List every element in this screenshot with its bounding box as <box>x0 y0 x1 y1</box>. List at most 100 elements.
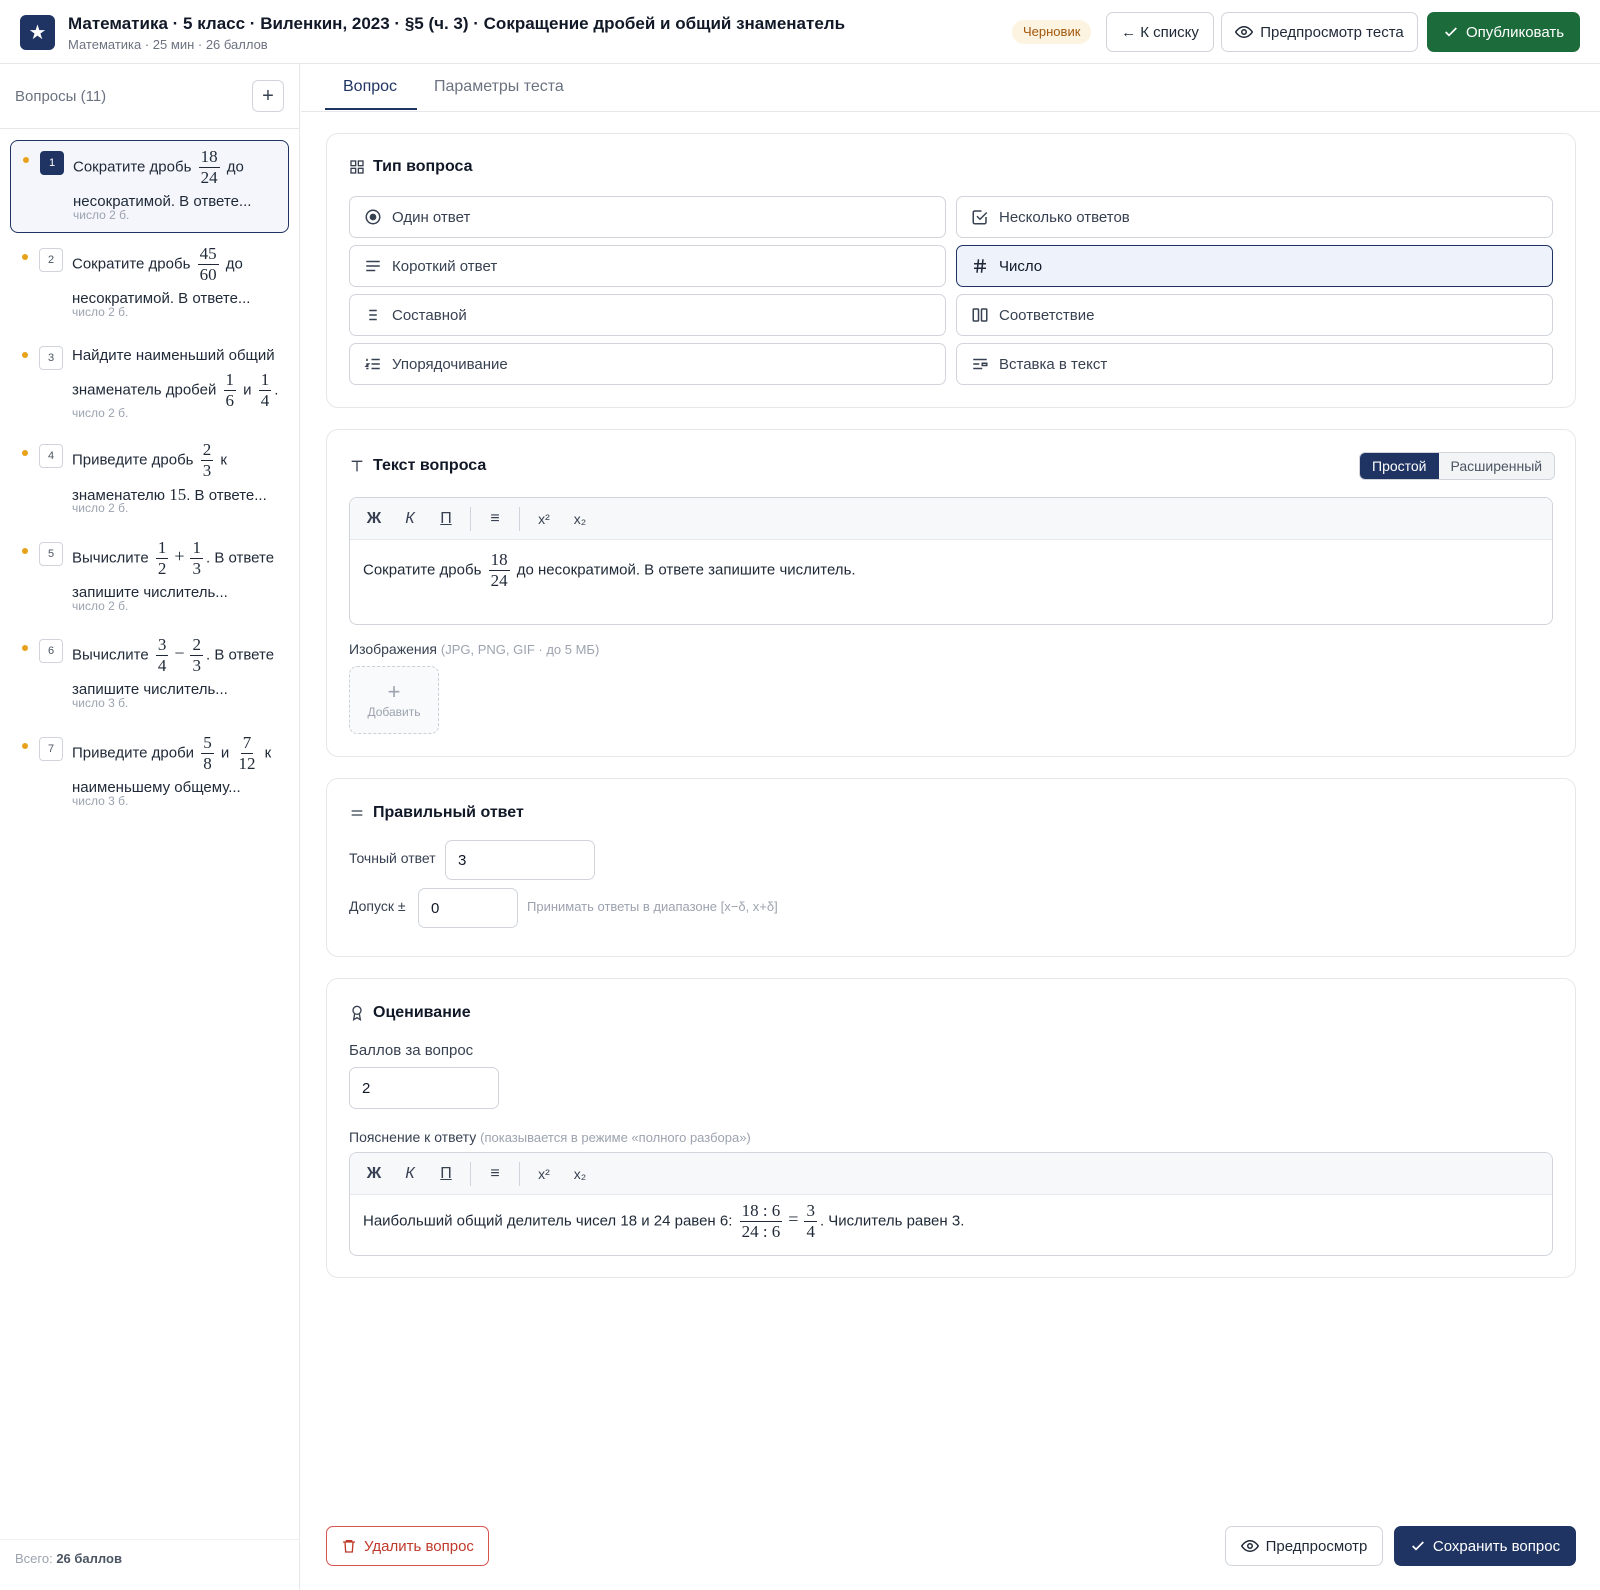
list-button[interactable]: ≡ <box>477 504 513 534</box>
explanation-content[interactable]: Наибольший общий делитель чисел 18 и 24 … <box>350 1195 1552 1252</box>
denominator: 8 <box>203 754 212 773</box>
type-short-answer[interactable]: Короткий ответ <box>349 245 946 287</box>
superscript-button[interactable]: x² <box>526 1159 562 1189</box>
card-title: Текст вопроса <box>349 457 486 475</box>
q-text-part: . <box>274 381 279 399</box>
question-number: 4 <box>39 444 63 468</box>
page-subtitle: Математика · 25 мин · 26 баллов <box>68 37 268 52</box>
fraction: 23 <box>190 635 203 676</box>
exact-answer-label: Точный ответ <box>349 850 436 866</box>
bold-button[interactable]: Ж <box>356 504 392 534</box>
question-preview: Вычислите 1 2 +1 3. В ответе запишите числи… <box>72 538 282 607</box>
tab-test-params[interactable]: Параметры теста <box>434 78 564 96</box>
correct-answer-card: Правильный ответ Точный ответ Допуск ± П… <box>326 778 1576 957</box>
text-type-icon <box>351 460 363 472</box>
preview-test-button[interactable]: Предпросмотр теста <box>1221 12 1418 52</box>
page-title: Математика · 5 класс · Виленкин, 2023 · … <box>68 14 846 33</box>
total-prefix: Всего: <box>15 1551 53 1566</box>
question-number: 7 <box>39 737 63 761</box>
type-number[interactable]: Число <box>956 245 1553 287</box>
tolerance-label: Допуск ± <box>349 898 406 914</box>
italic-button[interactable]: К <box>392 1159 428 1189</box>
denominator: 24 <box>200 168 218 187</box>
underline-button[interactable]: П <box>428 1159 464 1189</box>
q-number-inline: 15 <box>169 485 187 504</box>
mode-advanced[interactable]: Расширенный <box>1438 453 1555 479</box>
question-number: 6 <box>39 639 63 663</box>
card-title-text: Тип вопроса <box>373 158 473 175</box>
tab-question[interactable]: Вопрос <box>343 78 397 96</box>
bold-button[interactable]: Ж <box>356 1159 392 1189</box>
preview-question-button[interactable]: Предпросмотр <box>1225 1526 1383 1566</box>
question-number: 2 <box>39 248 63 272</box>
points-input[interactable] <box>349 1067 499 1109</box>
q-text-part: и <box>220 744 230 762</box>
q-text-part: до <box>225 255 243 273</box>
type-single-answer[interactable]: Один ответ <box>349 196 946 238</box>
type-label: Вставка в текст <box>999 355 1108 373</box>
save-question-button[interactable]: Сохранить вопрос <box>1394 1526 1576 1566</box>
tolerance-hint: Принимать ответы в диапазоне [x−δ, x+δ] <box>527 899 778 914</box>
type-compound[interactable]: Составной <box>349 294 946 336</box>
question-item-5[interactable]: 5 Вычислите 1 2 +1 3. В ответе запишите чис… <box>10 532 289 625</box>
app-header: ★ Математика · 5 класс · Виленкин, 2023 … <box>0 0 1600 64</box>
fraction: 45 60 <box>197 244 219 285</box>
question-text-content[interactable]: Сократите дробь 18 24 до несократимой. В … <box>350 540 1552 601</box>
exact-answer-input[interactable] <box>445 840 595 880</box>
subscript-button[interactable]: x₂ <box>562 504 598 534</box>
total-value: 26 баллов <box>56 1551 122 1566</box>
mode-simple[interactable]: Простой <box>1360 453 1439 479</box>
fraction: 18 24 <box>198 147 220 188</box>
fraction: 14 <box>258 370 272 411</box>
numerator: 5 <box>201 733 214 754</box>
explanation-label-text: Пояснение к ответу <box>349 1129 477 1145</box>
question-item-6[interactable]: 6 Вычислите 3 4−2 3. В ответе запишите чис… <box>10 629 289 722</box>
explanation-editor: Ж К П ≡ x² x₂ Наибольший общий делитель … <box>349 1152 1553 1256</box>
subscript-button[interactable]: x₂ <box>562 1159 598 1189</box>
numerator: 1 <box>155 538 169 559</box>
superscript-button[interactable]: x² <box>526 504 562 534</box>
q-text-part: Приведите дроби <box>72 744 195 762</box>
question-meta: число 2 б. <box>72 305 129 319</box>
checkbox-icon <box>972 210 988 225</box>
numerator: 18 <box>198 147 220 168</box>
delete-label: Удалить вопрос <box>364 1537 474 1555</box>
q-text-part: . В ответе <box>205 549 275 567</box>
question-item-1[interactable]: 1 Сократите дробь 18 24 до несократимой. … <box>10 140 289 233</box>
sidebar-divider <box>0 128 300 129</box>
sidebar-footer-divider <box>0 1539 300 1540</box>
images-hint: (JPG, PNG, GIF · до 5 МБ) <box>440 642 600 657</box>
text-part: Сократите дробь <box>363 561 482 579</box>
question-meta: число 2 б. <box>72 599 129 613</box>
underline-button[interactable]: П <box>428 504 464 534</box>
type-matching[interactable]: Соответствие <box>956 294 1553 336</box>
delete-question-button[interactable]: Удалить вопрос <box>326 1526 489 1566</box>
question-item-4[interactable]: 4 Приведите дробь 23 к знаменателю 15. В… <box>10 434 289 527</box>
back-to-list-button[interactable]: ← К списку <box>1106 12 1214 52</box>
grid-icon <box>350 160 364 174</box>
toolbar-separator <box>519 1161 520 1186</box>
question-item-3[interactable]: 3 Найдите наименьший общий знаменатель д… <box>10 336 289 429</box>
questions-sidebar: Вопросы (11) + 1 Сократите дробь 18 24 до… <box>0 64 300 1590</box>
fraction: 12 <box>155 538 169 579</box>
tolerance-input[interactable] <box>418 888 518 928</box>
type-label: Составной <box>392 306 467 324</box>
type-multiple-answers[interactable]: Несколько ответов <box>956 196 1553 238</box>
question-item-7[interactable]: 7 Приведите дроби 58 и 7 12 к наименьшему… <box>10 727 289 820</box>
type-ordering[interactable]: Упорядочивание <box>349 343 946 385</box>
italic-button[interactable]: К <box>392 504 428 534</box>
card-title-text: Текст вопроса <box>373 457 487 474</box>
q-text-part: к <box>264 744 272 762</box>
question-item-2[interactable]: 2 Сократите дробь 45 60 до несократимой. … <box>10 238 289 331</box>
question-text-card: Текст вопроса Простой Расширенный Ж К П … <box>326 429 1576 757</box>
images-label-text: Изображения <box>349 641 437 657</box>
type-insert-text[interactable]: Вставка в текст <box>956 343 1553 385</box>
numerator: 18 <box>488 550 510 571</box>
list-button[interactable]: ≡ <box>477 1159 513 1189</box>
type-label: Упорядочивание <box>392 355 508 373</box>
text-insert-icon <box>973 358 988 370</box>
numerator: 1 <box>258 370 272 391</box>
add-question-button[interactable]: + <box>252 80 284 112</box>
publish-button[interactable]: Опубликовать <box>1427 12 1580 52</box>
add-image-button[interactable]: + Добавить <box>349 666 439 734</box>
